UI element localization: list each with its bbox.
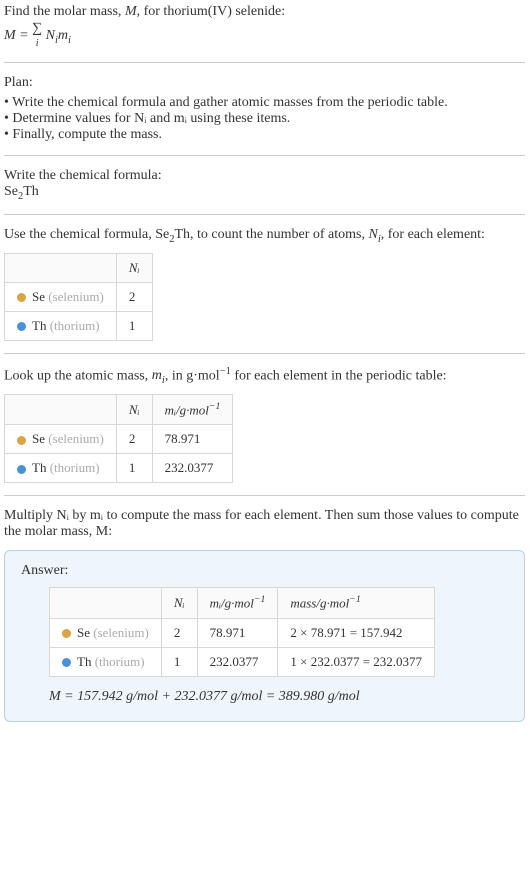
col-mass: mass/g·mol−1 bbox=[278, 588, 435, 618]
table-row: Se (selenium) 2 78.971 2 × 78.971 = 157.… bbox=[50, 618, 435, 647]
intro-text-pre: Find the molar mass, bbox=[4, 4, 125, 19]
intro-section: Find the molar mass, M, for thorium(IV) … bbox=[4, 4, 525, 63]
answer-table: Nᵢ mᵢ/g·mol−1 mass/g·mol−1 Se (selenium)… bbox=[49, 587, 435, 676]
plan-item: • Write the chemical formula and gather … bbox=[4, 95, 525, 111]
count-table: Nᵢ Se (selenium) 2 Th (thorium) 1 bbox=[4, 253, 153, 341]
m-cell: 78.971 bbox=[152, 425, 233, 454]
element-cell: Se (selenium) bbox=[5, 282, 117, 311]
col-Ni: Nᵢ bbox=[116, 253, 152, 282]
n-cell: 2 bbox=[161, 618, 197, 647]
table-header-row: Nᵢ mᵢ/g·mol−1 mass/g·mol−1 bbox=[50, 588, 435, 618]
mass-table: Nᵢ mᵢ/g·mol−1 Se (selenium) 2 78.971 Th … bbox=[4, 394, 233, 483]
n-cell: 1 bbox=[116, 311, 152, 340]
write-title: Write the chemical formula: bbox=[4, 168, 525, 184]
element-cell: Se (selenium) bbox=[50, 618, 162, 647]
intro-M: M bbox=[125, 4, 137, 19]
table-row: Th (thorium) 1 232.0377 bbox=[5, 454, 233, 483]
chemical-formula: Se2Th bbox=[4, 184, 525, 202]
table-row: Se (selenium) 2 bbox=[5, 282, 153, 311]
count-text: Use the chemical formula, Se2Th, to coun… bbox=[4, 227, 525, 245]
multiply-section: Multiply Nᵢ by mᵢ to compute the mass fo… bbox=[4, 508, 525, 733]
col-element bbox=[5, 395, 117, 425]
color-dot-icon bbox=[17, 293, 26, 302]
calc-cell: 1 × 232.0377 = 232.0377 bbox=[278, 647, 435, 676]
element-cell: Th (thorium) bbox=[5, 454, 117, 483]
m-cell: 232.0377 bbox=[197, 647, 278, 676]
multiply-text: Multiply Nᵢ by mᵢ to compute the mass fo… bbox=[4, 508, 525, 540]
element-cell: Se (selenium) bbox=[5, 425, 117, 454]
element-cell: Th (thorium) bbox=[50, 647, 162, 676]
answer-final: M = 157.942 g/mol + 232.0377 g/mol = 389… bbox=[49, 689, 508, 705]
n-cell: 1 bbox=[161, 647, 197, 676]
sum-icon: ∑i bbox=[32, 22, 42, 50]
intro-text-post: , for thorium(IV) selenide: bbox=[137, 4, 286, 19]
formula-eq: = bbox=[16, 28, 32, 43]
mass-text: Look up the atomic mass, mi, in g·mol−1 … bbox=[4, 366, 525, 386]
answer-box: Answer: Nᵢ mᵢ/g·mol−1 mass/g·mol−1 Se (s… bbox=[4, 550, 525, 721]
formula-M: M bbox=[4, 28, 16, 43]
plan-item: • Determine values for Nᵢ and mᵢ using t… bbox=[4, 111, 525, 127]
col-Ni: Nᵢ bbox=[116, 395, 152, 425]
write-formula-section: Write the chemical formula: Se2Th bbox=[4, 168, 525, 215]
n-cell: 2 bbox=[116, 282, 152, 311]
color-dot-icon bbox=[17, 436, 26, 445]
sigma-symbol: ∑ bbox=[32, 21, 42, 36]
plan-section: Plan: • Write the chemical formula and g… bbox=[4, 75, 525, 156]
intro-formula: M = ∑i Nimi bbox=[4, 22, 525, 50]
calc-cell: 2 × 78.971 = 157.942 bbox=[278, 618, 435, 647]
n-cell: 2 bbox=[116, 425, 152, 454]
table-row: Se (selenium) 2 78.971 bbox=[5, 425, 233, 454]
m-cell: 78.971 bbox=[197, 618, 278, 647]
plan-list: • Write the chemical formula and gather … bbox=[4, 95, 525, 143]
plan-title: Plan: bbox=[4, 75, 525, 91]
sigma-index: i bbox=[36, 38, 39, 49]
mass-section: Look up the atomic mass, mi, in g·mol−1 … bbox=[4, 366, 525, 497]
color-dot-icon bbox=[17, 322, 26, 331]
m-cell: 232.0377 bbox=[152, 454, 233, 483]
color-dot-icon bbox=[62, 658, 71, 667]
count-section: Use the chemical formula, Se2Th, to coun… bbox=[4, 227, 525, 354]
color-dot-icon bbox=[62, 629, 71, 638]
table-header-row: Nᵢ mᵢ/g·mol−1 bbox=[5, 395, 233, 425]
table-row: Th (thorium) 1 bbox=[5, 311, 153, 340]
table-row: Th (thorium) 1 232.0377 1 × 232.0377 = 2… bbox=[50, 647, 435, 676]
count-Ni: Ni bbox=[369, 227, 381, 242]
col-element bbox=[5, 253, 117, 282]
table-header-row: Nᵢ bbox=[5, 253, 153, 282]
element-cell: Th (thorium) bbox=[5, 311, 117, 340]
formula-Ni: Nimi bbox=[46, 28, 71, 43]
col-mi: mᵢ/g·mol−1 bbox=[152, 395, 233, 425]
col-element bbox=[50, 588, 162, 618]
col-Ni: Nᵢ bbox=[161, 588, 197, 618]
intro-line: Find the molar mass, M, for thorium(IV) … bbox=[4, 4, 525, 20]
col-mi: mᵢ/g·mol−1 bbox=[197, 588, 278, 618]
n-cell: 1 bbox=[116, 454, 152, 483]
plan-item: • Finally, compute the mass. bbox=[4, 127, 525, 143]
color-dot-icon bbox=[17, 465, 26, 474]
answer-title: Answer: bbox=[21, 563, 508, 579]
